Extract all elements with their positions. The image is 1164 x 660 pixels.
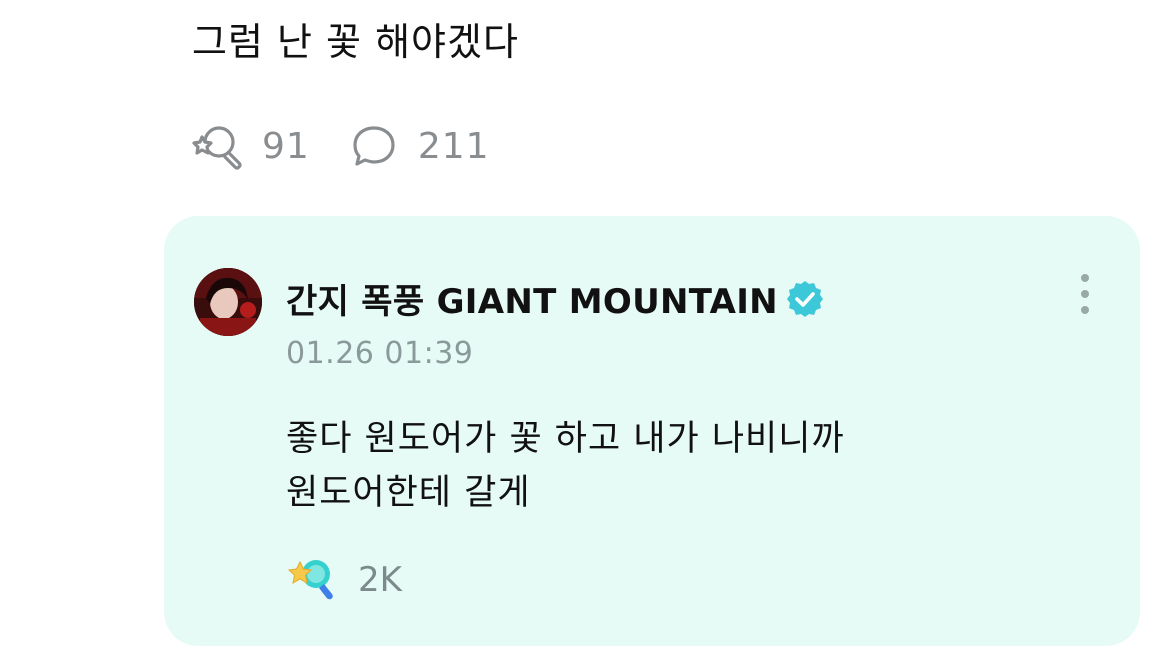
reply-timestamp: 01.26 01:39 [286, 336, 474, 371]
more-vertical-icon[interactable] [1070, 272, 1100, 320]
reaction-count: 91 [262, 125, 310, 167]
reply-card[interactable]: 간지 폭풍 GIANT MOUNTAIN 01.26 01:39 좋다 원도어가… [164, 216, 1140, 646]
star-flower-reaction-icon [286, 552, 338, 608]
reply-reaction-button[interactable]: 2K [286, 552, 402, 608]
comment-count: 211 [417, 125, 490, 167]
author-row: 간지 폭풍 GIANT MOUNTAIN [286, 274, 826, 323]
comment-button[interactable]: 211 [348, 120, 490, 172]
post-stats: 91 211 [192, 120, 528, 172]
reply-reaction-count: 2K [358, 560, 402, 600]
reply-text: 좋다 원도어가 꽃 하고 내가 나비니까 원도어한테 갈게 [286, 412, 845, 520]
post-text: 그럼 난 꽃 해야겠다 [192, 20, 519, 64]
comment-bubble-icon [348, 120, 400, 172]
flower-reaction-icon [192, 120, 244, 172]
verified-badge-icon [784, 278, 826, 320]
author-name[interactable]: 간지 폭풍 GIANT MOUNTAIN [286, 274, 778, 323]
reaction-button[interactable]: 91 [192, 120, 310, 172]
avatar[interactable] [194, 268, 262, 336]
reply-text-line: 원도어한테 갈게 [286, 473, 531, 513]
reply-text-line: 좋다 원도어가 꽃 하고 내가 나비니까 [286, 419, 845, 459]
